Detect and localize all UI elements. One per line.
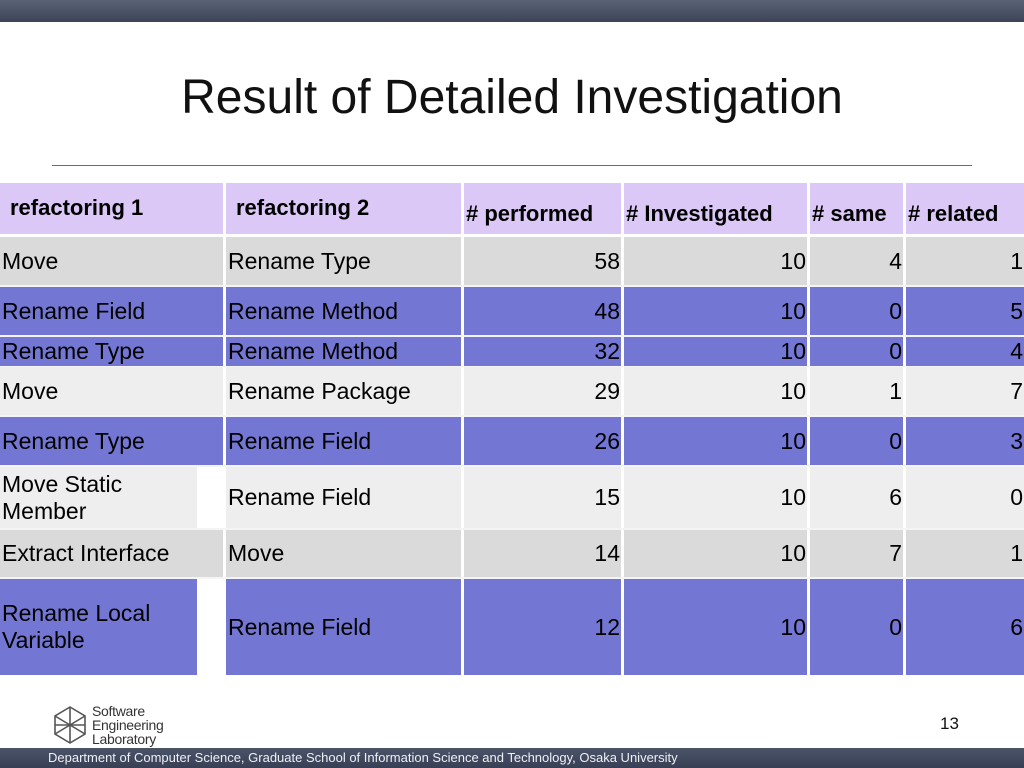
- results-table: refactoring 1 refactoring 2 # performed …: [0, 183, 1024, 675]
- cell-refactoring-2: Rename Field: [226, 579, 464, 675]
- cell-same: 6: [810, 467, 906, 528]
- table-row: Extract Interface Move 14 10 7 1: [0, 530, 1024, 577]
- cell-same: 4: [810, 237, 906, 285]
- cell-related: 7: [906, 367, 1024, 415]
- header-refactoring-2: refactoring 2: [226, 183, 464, 234]
- table-row: Move Rename Package 29 10 1 7: [0, 367, 1024, 415]
- bottom-band: Department of Computer Science, Graduate…: [0, 748, 1024, 768]
- cell-performed: 14: [464, 530, 624, 577]
- logo-line-laboratory: Laboratory: [92, 731, 156, 747]
- cell-investigated: 10: [624, 417, 810, 465]
- cell-investigated: 10: [624, 530, 810, 577]
- cell-refactoring-2: Rename Package: [226, 367, 464, 415]
- cell-refactoring-1: Rename Local Variable: [0, 579, 200, 675]
- table-header-row: refactoring 1 refactoring 2 # performed …: [0, 183, 1024, 234]
- cell-performed: 26: [464, 417, 624, 465]
- cell-same: 0: [810, 287, 906, 335]
- cell-performed: 29: [464, 367, 624, 415]
- header-performed: # performed: [464, 183, 624, 234]
- cell-related: 1: [906, 237, 1024, 285]
- logo-line-software: Software: [92, 703, 145, 719]
- cell-investigated: 10: [624, 287, 810, 335]
- cell-refactoring-2: Rename Method: [226, 287, 464, 335]
- table-row: Move Rename Type 58 10 4 1: [0, 237, 1024, 285]
- cell-related: 0: [906, 467, 1024, 528]
- header-related: # related: [906, 183, 1024, 234]
- title-rule: [52, 165, 972, 166]
- top-band: [0, 0, 1024, 22]
- table-row: Rename Type Rename Field 26 10 0 3: [0, 417, 1024, 465]
- cell-refactoring-1: Rename Type: [0, 417, 226, 465]
- cell-performed: 15: [464, 467, 624, 528]
- cell-same: 0: [810, 417, 906, 465]
- cell-refactoring-1: Rename Type: [0, 337, 226, 366]
- slide-title: Result of Detailed Investigation: [181, 71, 843, 124]
- cell-refactoring-2: Rename Method: [226, 337, 464, 366]
- cell-same: 0: [810, 579, 906, 675]
- cell-refactoring-2: Rename Type: [226, 237, 464, 285]
- cell-same: 7: [810, 530, 906, 577]
- cell-same: 0: [810, 337, 906, 366]
- cell-performed: 48: [464, 287, 624, 335]
- logo-line-engineering: Engineering: [92, 717, 164, 733]
- cell-investigated: 10: [624, 367, 810, 415]
- header-refactoring-1: refactoring 1: [0, 183, 226, 234]
- cell-performed: 58: [464, 237, 624, 285]
- cell-refactoring-1: Move Static Member: [0, 467, 200, 528]
- cell-performed: 12: [464, 579, 624, 675]
- cell-refactoring-2: Rename Field: [226, 417, 464, 465]
- table-row: Rename Type Rename Method 32 10 0 4: [0, 337, 1024, 366]
- cell-refactoring-1: Move: [0, 237, 226, 285]
- cell-related: 5: [906, 287, 1024, 335]
- lab-logo-icon: [54, 706, 86, 744]
- cell-investigated: 10: [624, 337, 810, 366]
- header-investigated: # Investigated: [624, 183, 810, 234]
- cell-refactoring-1: Extract Interface: [0, 530, 226, 577]
- cell-investigated: 10: [624, 467, 810, 528]
- table-row: Move Static Member Rename Field 15 10 6 …: [0, 467, 1024, 528]
- lab-logo: Software Engineering Laboratory: [52, 703, 182, 747]
- cell-same: 1: [810, 367, 906, 415]
- cell-refactoring-2: Move: [226, 530, 464, 577]
- cell-performed: 32: [464, 337, 624, 366]
- page-number: 13: [940, 714, 959, 733]
- cell-investigated: 10: [624, 579, 810, 675]
- cell-related: 4: [906, 337, 1024, 366]
- cell-related: 1: [906, 530, 1024, 577]
- cell-related: 6: [906, 579, 1024, 675]
- cell-refactoring-2: Rename Field: [226, 467, 464, 528]
- footer-department-text: Department of Computer Science, Graduate…: [48, 750, 678, 765]
- table-row: Rename Field Rename Method 48 10 0 5: [0, 287, 1024, 335]
- cell-related: 3: [906, 417, 1024, 465]
- cell-investigated: 10: [624, 237, 810, 285]
- header-same: # same: [810, 183, 906, 234]
- cell-refactoring-1: Rename Field: [0, 287, 226, 335]
- cell-refactoring-1: Move: [0, 367, 226, 415]
- table-row: Rename Local Variable Rename Field 12 10…: [0, 579, 1024, 675]
